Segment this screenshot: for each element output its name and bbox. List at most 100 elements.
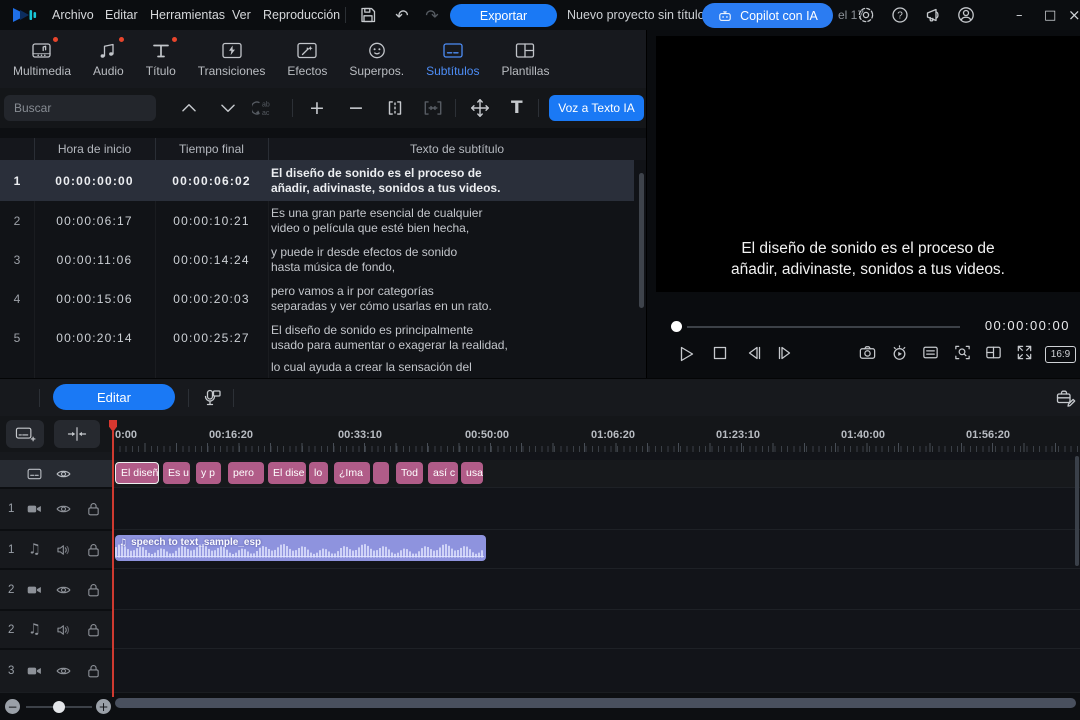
- audio-clip[interactable]: ♫ speech to text_sample_esp: [115, 535, 486, 561]
- tab-plantillas[interactable]: Plantillas: [490, 30, 560, 88]
- seek-track[interactable]: [687, 326, 960, 328]
- audio-track-header[interactable]: 2 ♫: [0, 609, 112, 648]
- tab-superpos[interactable]: Superpos.: [338, 30, 415, 88]
- settings-gear-icon[interactable]: [856, 5, 876, 25]
- subtitle-clip[interactable]: ¿Ima: [334, 462, 370, 484]
- tab-transiciones[interactable]: Transiciones: [187, 30, 277, 88]
- merge-subtitle-icon[interactable]: [422, 97, 444, 119]
- add-subtitle-track-button[interactable]: [6, 420, 44, 448]
- subtitle-row[interactable]: 4 00:00:15:06 00:00:20:03 pero vamos a i…: [0, 279, 634, 318]
- preview-zoom-icon[interactable]: [953, 343, 972, 362]
- lock-toggle[interactable]: [85, 581, 102, 598]
- subtitle-row[interactable]: 5 00:00:20:14 00:00:25:27 El diseño de s…: [0, 318, 634, 357]
- copilot-button[interactable]: Copilot con IA: [702, 3, 833, 28]
- subtitle-clip[interactable]: usa: [461, 462, 483, 484]
- zoom-in-button[interactable]: +: [96, 699, 111, 714]
- maximize-button[interactable]: □: [1044, 0, 1056, 30]
- lock-toggle[interactable]: [85, 663, 102, 680]
- subtitle-clip[interactable]: así c: [428, 462, 458, 484]
- redo-icon[interactable]: ↷: [422, 5, 442, 25]
- search-input[interactable]: [4, 95, 156, 121]
- menu-item-reproduccin[interactable]: Reproducción: [263, 0, 340, 30]
- menu-item-ver[interactable]: Ver: [232, 0, 251, 30]
- snapshot-camera-icon[interactable]: [858, 343, 877, 362]
- audio-track-header[interactable]: 1 ♫: [0, 529, 112, 568]
- visibility-toggle[interactable]: [55, 501, 72, 518]
- remove-subtitle-icon[interactable]: −: [348, 88, 364, 128]
- menu-item-archivo[interactable]: Archivo: [52, 0, 94, 30]
- tab-ttulo[interactable]: Título: [135, 30, 187, 88]
- split-view-icon[interactable]: [984, 343, 1003, 362]
- menu-item-herramientas[interactable]: Herramientas: [150, 0, 225, 30]
- previous-frame-button[interactable]: [744, 343, 764, 363]
- subtitle-clip[interactable]: lo: [309, 462, 328, 484]
- mute-toggle[interactable]: [55, 621, 72, 638]
- lock-toggle[interactable]: [85, 541, 102, 558]
- visibility-toggle[interactable]: [55, 465, 72, 482]
- table-scrollbar[interactable]: [639, 173, 644, 308]
- playhead-line[interactable]: [112, 431, 114, 697]
- subtitle-clip[interactable]: El dise: [268, 462, 306, 484]
- help-icon[interactable]: ?: [890, 5, 910, 25]
- marker-list-icon[interactable]: [921, 343, 940, 362]
- video-track-header[interactable]: 2: [0, 568, 112, 609]
- tab-multimedia[interactable]: Multimedia: [2, 30, 82, 88]
- close-button[interactable]: ×: [1068, 0, 1080, 30]
- speech-to-text-icon[interactable]: [200, 387, 222, 409]
- next-frame-button[interactable]: [775, 343, 795, 363]
- split-subtitle-icon[interactable]: [384, 97, 406, 119]
- visibility-toggle[interactable]: [55, 663, 72, 680]
- timeline-scrollbar[interactable]: [1075, 456, 1079, 566]
- save-icon[interactable]: [358, 5, 378, 25]
- menu-item-editar[interactable]: Editar: [105, 0, 138, 30]
- chevron-up-icon[interactable]: [178, 97, 200, 119]
- subtitle-row[interactable]: 2 00:00:06:17 00:00:10:21 Es una gran pa…: [0, 201, 634, 240]
- zoom-out-button[interactable]: −: [5, 699, 20, 714]
- subtitle-clip[interactable]: pero: [228, 462, 264, 484]
- snap-toggle-button[interactable]: [54, 420, 100, 448]
- lock-toggle[interactable]: [85, 501, 102, 518]
- timeline-horizontal-scrollbar[interactable]: [115, 698, 1076, 708]
- subtitle-row[interactable]: 1 00:00:00:00 00:00:06:02 El diseño de s…: [0, 160, 634, 201]
- subtitle-clip[interactable]: Es u: [163, 462, 190, 484]
- text-tool-icon[interactable]: T: [511, 88, 523, 128]
- edit-button[interactable]: Editar: [53, 384, 175, 410]
- subtitle-row[interactable]: lo cual ayuda a crear la sensación del: [0, 357, 634, 378]
- account-icon[interactable]: [956, 5, 976, 25]
- video-viewport[interactable]: El diseño de sonido es el proceso de aña…: [656, 36, 1080, 292]
- subtitle-clip[interactable]: Tod: [396, 462, 423, 484]
- chevron-down-icon[interactable]: [217, 97, 239, 119]
- audio-clip-label: speech to text_sample_esp: [131, 537, 261, 548]
- tab-efectos[interactable]: Efectos: [276, 30, 338, 88]
- video-track-header[interactable]: 1: [0, 487, 112, 529]
- video-track-header[interactable]: 3: [0, 648, 112, 692]
- minimize-button[interactable]: –: [1016, 0, 1023, 30]
- toolbox-edit-icon[interactable]: [1055, 387, 1077, 409]
- subtitle-clip[interactable]: [373, 462, 389, 484]
- tab-subttulos-icon: [441, 40, 465, 61]
- render-preview-icon[interactable]: [890, 343, 909, 362]
- fullscreen-icon[interactable]: [1015, 343, 1034, 362]
- play-button[interactable]: [675, 343, 697, 365]
- move-tool-icon[interactable]: [469, 97, 491, 119]
- robot-icon: [717, 8, 733, 24]
- find-replace-icon[interactable]: abac: [252, 97, 274, 119]
- mute-toggle[interactable]: [55, 541, 72, 558]
- voice-to-text-button[interactable]: Voz a Texto IA: [549, 95, 644, 121]
- undo-icon[interactable]: ↶: [392, 5, 412, 25]
- seek-handle[interactable]: [671, 321, 682, 332]
- tab-subttulos[interactable]: Subtítulos: [415, 30, 490, 88]
- aspect-ratio-button[interactable]: 16:9: [1045, 346, 1076, 363]
- zoom-slider-handle[interactable]: [53, 701, 65, 713]
- subtitle-clip[interactable]: El diseñ: [115, 462, 159, 484]
- megaphone-icon[interactable]: [924, 5, 944, 25]
- subtitle-row[interactable]: 3 00:00:11:06 00:00:14:24 y puede ir des…: [0, 240, 634, 279]
- tab-audio[interactable]: Audio: [82, 30, 135, 88]
- export-button[interactable]: Exportar: [450, 4, 557, 27]
- add-subtitle-icon[interactable]: +: [309, 88, 325, 128]
- stop-button[interactable]: [710, 343, 730, 363]
- subtitle-track-header[interactable]: [0, 460, 112, 487]
- subtitle-clip[interactable]: y p: [196, 462, 221, 484]
- lock-toggle[interactable]: [85, 621, 102, 638]
- visibility-toggle[interactable]: [55, 581, 72, 598]
